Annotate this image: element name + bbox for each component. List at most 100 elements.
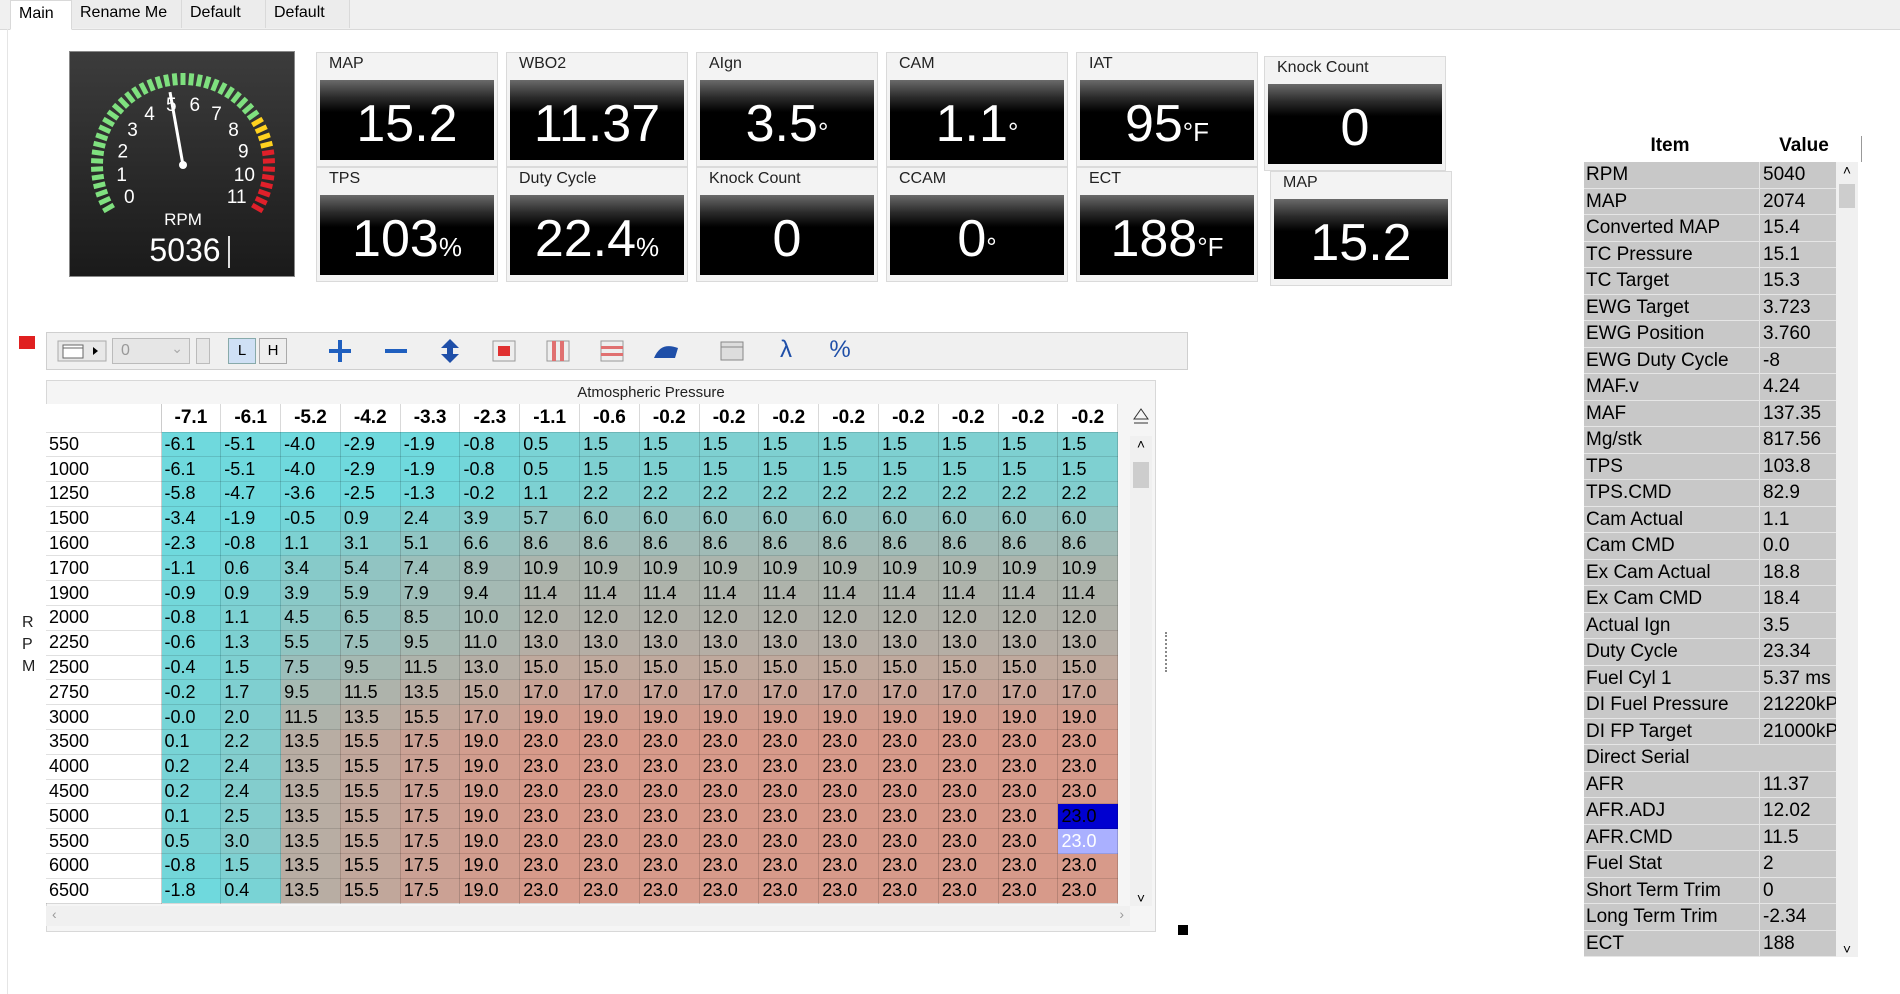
table-cell[interactable]: 19.0 bbox=[1057, 704, 1119, 731]
table-cell[interactable]: 23.0 bbox=[878, 779, 939, 805]
table-cell[interactable]: 12.0 bbox=[579, 605, 640, 631]
table-cell[interactable]: 3.9 bbox=[459, 506, 521, 532]
row-header-rpm[interactable]: 1600 bbox=[46, 531, 162, 557]
table-cell[interactable]: 23.0 bbox=[579, 853, 640, 879]
table-cell[interactable]: 9.5 bbox=[340, 655, 401, 681]
fill-cells-icon[interactable] bbox=[489, 338, 519, 364]
table-cell[interactable]: 11.4 bbox=[938, 580, 999, 607]
table-cell[interactable]: 15.5 bbox=[340, 878, 401, 904]
table-cell[interactable]: 11.5 bbox=[400, 655, 461, 681]
table-cell[interactable]: -0.2 bbox=[161, 679, 222, 706]
datalog-row[interactable]: EWG Position 3.760 bbox=[1584, 321, 1836, 348]
table-cell[interactable]: 3.9 bbox=[280, 580, 341, 607]
table-cell[interactable]: 8.5 bbox=[400, 605, 461, 631]
table-cell[interactable]: 2.2 bbox=[639, 481, 700, 507]
table-cell[interactable]: 13.0 bbox=[639, 630, 700, 656]
table-cell[interactable]: -2.9 bbox=[340, 432, 401, 458]
scroll-down-icon[interactable]: ˅ bbox=[1132, 890, 1150, 906]
table-cell[interactable]: 15.5 bbox=[400, 704, 461, 731]
table-cell[interactable]: 0.2 bbox=[161, 779, 222, 805]
table-cell[interactable]: 23.0 bbox=[639, 754, 700, 780]
table-cell[interactable]: 5.9 bbox=[340, 580, 401, 607]
row-header-rpm[interactable]: 3500 bbox=[46, 729, 162, 755]
table-cell[interactable]: 23.0 bbox=[998, 754, 1059, 780]
table-cell[interactable]: 23.0 bbox=[758, 729, 820, 755]
table-cell[interactable]: 17.0 bbox=[998, 679, 1059, 706]
row-header-rpm[interactable]: 4500 bbox=[46, 779, 162, 805]
table-cell[interactable]: 6.0 bbox=[818, 506, 880, 532]
table-cell[interactable]: -6.1 bbox=[161, 432, 222, 458]
datalog-scrollbar[interactable]: ˄ ˅ bbox=[1836, 162, 1858, 957]
table-cell[interactable]: 11.4 bbox=[699, 580, 760, 607]
datalog-row[interactable]: Ex Cam CMD 18.4 bbox=[1584, 586, 1836, 613]
table-cell[interactable]: 4.5 bbox=[280, 605, 341, 631]
table-cell[interactable]: 23.0 bbox=[938, 754, 999, 780]
table-cell[interactable]: 17.0 bbox=[459, 704, 521, 731]
datalog-row[interactable]: Cam Actual 1.1 bbox=[1584, 506, 1836, 533]
table-cell[interactable]: 12.0 bbox=[519, 605, 581, 631]
table-cell[interactable]: -1.9 bbox=[400, 456, 461, 483]
table-cell[interactable]: 13.5 bbox=[340, 704, 401, 731]
table-cell[interactable]: 8.6 bbox=[818, 531, 880, 557]
table-cell[interactable]: 17.5 bbox=[400, 853, 461, 879]
datalog-row[interactable]: RPM 5040 bbox=[1584, 162, 1836, 189]
table-cell[interactable]: 13.0 bbox=[1057, 630, 1119, 656]
table-cell[interactable]: -4.0 bbox=[280, 456, 341, 483]
table-cell[interactable]: 17.5 bbox=[400, 803, 461, 830]
table-cell[interactable]: 19.0 bbox=[459, 779, 521, 805]
table-cell[interactable]: 23.0 bbox=[938, 803, 999, 830]
table-cell[interactable]: 1.5 bbox=[758, 432, 820, 458]
table-cell[interactable]: 7.5 bbox=[280, 655, 341, 681]
table-cell[interactable]: 23.0 bbox=[1057, 779, 1119, 805]
table-cell[interactable]: 10.9 bbox=[938, 555, 999, 582]
row-header-rpm[interactable]: 2500 bbox=[46, 655, 162, 681]
table-cell[interactable]: 15.0 bbox=[1057, 655, 1119, 681]
table-cell[interactable]: 13.0 bbox=[758, 630, 820, 656]
table-cell[interactable]: 2.2 bbox=[758, 481, 820, 507]
table-cell[interactable]: 11.4 bbox=[998, 580, 1059, 607]
table-cell[interactable]: 0.4 bbox=[220, 878, 282, 904]
table-cell[interactable]: 1.3 bbox=[220, 630, 282, 656]
table-cell[interactable]: 23.0 bbox=[699, 828, 760, 855]
table-cell[interactable]: 19.0 bbox=[878, 704, 939, 731]
table-cell[interactable]: 23.0 bbox=[1057, 878, 1119, 904]
column-header[interactable]: -0.2 bbox=[818, 404, 880, 433]
table-cell[interactable]: 1.7 bbox=[220, 679, 282, 706]
table-cell[interactable]: -5.8 bbox=[161, 481, 222, 507]
index-spinner[interactable] bbox=[196, 338, 210, 364]
datalog-row[interactable]: ECT 188 bbox=[1584, 930, 1836, 957]
table-cell[interactable]: 23.0 bbox=[699, 803, 760, 830]
table-cell[interactable]: 5.4 bbox=[340, 555, 401, 582]
table-cell[interactable]: 12.0 bbox=[758, 605, 820, 631]
table-cell[interactable]: 11.4 bbox=[579, 580, 640, 607]
table-cell[interactable]: 1.5 bbox=[639, 432, 700, 458]
table-cell[interactable]: 13.0 bbox=[459, 655, 521, 681]
table-cell[interactable]: 15.0 bbox=[878, 655, 939, 681]
column-header[interactable]: -7.1 bbox=[161, 404, 222, 433]
table-cell[interactable]: 23.0 bbox=[579, 779, 640, 805]
table-cell[interactable]: 1.5 bbox=[938, 456, 999, 483]
table-cell[interactable]: 19.0 bbox=[938, 704, 999, 731]
datalog-scroll-up-icon[interactable]: ˄ bbox=[1839, 162, 1855, 178]
smooth-columns-icon[interactable] bbox=[543, 338, 573, 364]
table-cell[interactable]: 15.5 bbox=[340, 853, 401, 879]
table-cell[interactable]: -6.1 bbox=[161, 456, 222, 483]
datalog-row[interactable]: EWG Duty Cycle -8 bbox=[1584, 347, 1836, 374]
row-header-rpm[interactable]: 6500 bbox=[46, 878, 162, 904]
tab-default-2[interactable]: Default bbox=[266, 0, 350, 28]
table-cell[interactable]: 15.5 bbox=[340, 729, 401, 755]
table-cell[interactable]: 6.5 bbox=[340, 605, 401, 631]
table-cell[interactable]: 23.0 bbox=[818, 803, 880, 830]
3d-view-icon[interactable] bbox=[651, 338, 681, 364]
table-cell[interactable]: 11.4 bbox=[758, 580, 820, 607]
table-cell[interactable]: 19.0 bbox=[459, 803, 521, 830]
table-cell[interactable]: 19.0 bbox=[579, 704, 640, 731]
table-cell[interactable]: 1.5 bbox=[579, 456, 640, 483]
table-cell[interactable]: 1.5 bbox=[1057, 432, 1119, 458]
table-cell[interactable]: 23.0 bbox=[818, 853, 880, 879]
table-cell[interactable]: -0.9 bbox=[161, 580, 222, 607]
datalog-row[interactable]: Actual Ign 3.5 bbox=[1584, 612, 1836, 639]
table-cell[interactable]: 23.0 bbox=[998, 779, 1059, 805]
table-cell[interactable]: 5.7 bbox=[519, 506, 581, 532]
lambda-button[interactable]: λ bbox=[773, 338, 799, 364]
